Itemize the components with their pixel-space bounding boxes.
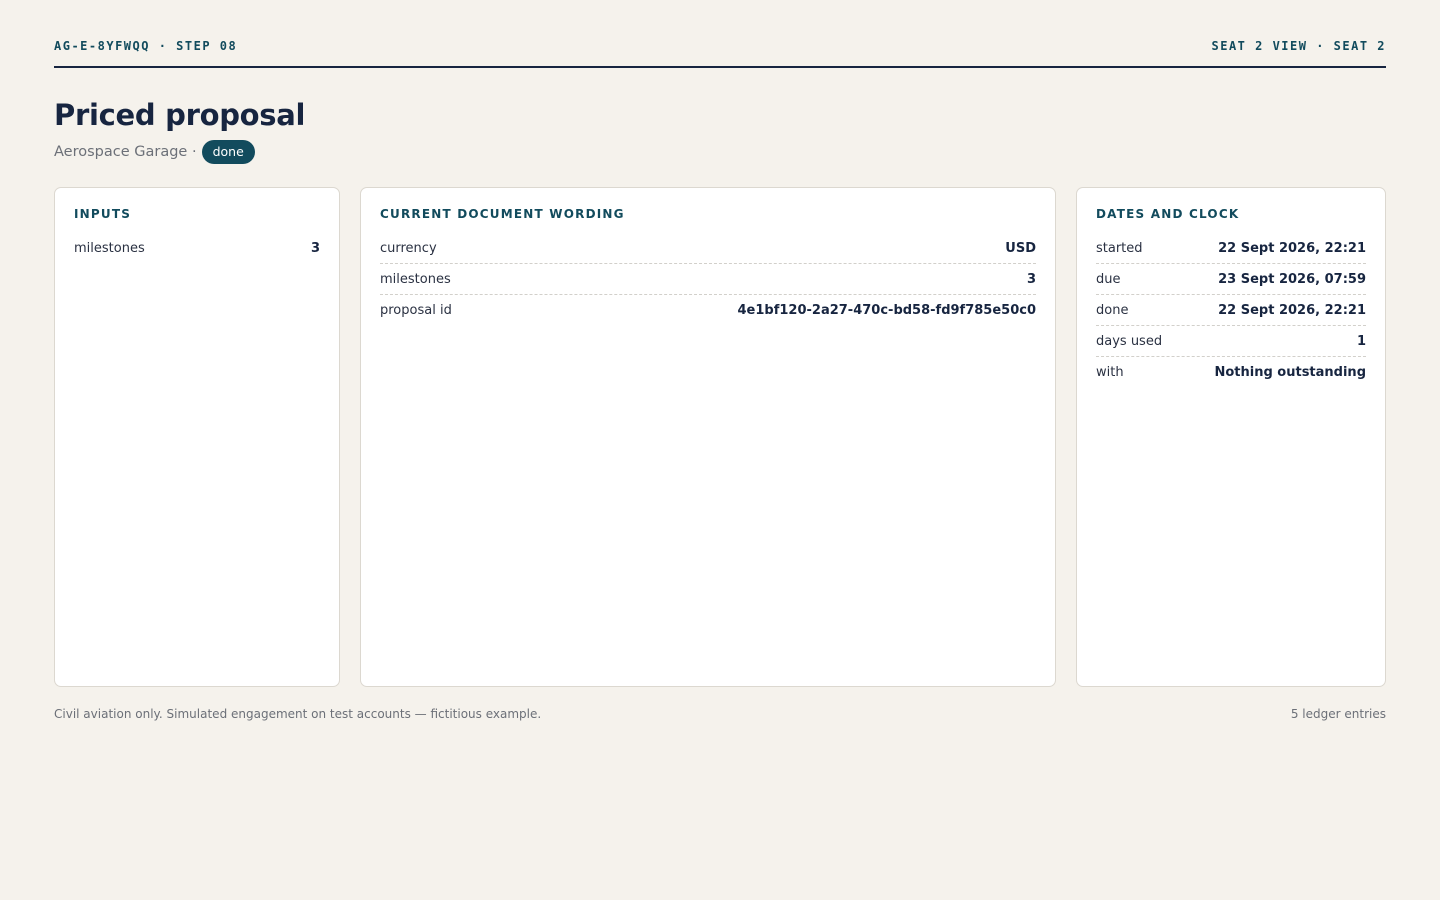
row-key: started	[1096, 240, 1143, 256]
cards-area: INPUTS milestones 3 CURRENT DOCUMENT WOR…	[54, 187, 1386, 687]
row-value: 22 Sept 2026, 22:21	[1218, 302, 1366, 318]
document-wording-card: CURRENT DOCUMENT WORDING currency USD mi…	[360, 187, 1056, 687]
ledger-count: 5 ledger entries	[1290, 707, 1386, 721]
row-key: days used	[1096, 333, 1163, 349]
inputs-row: milestones 3	[74, 233, 320, 264]
row-key: with	[1096, 365, 1124, 380]
status-badge: done	[201, 140, 255, 164]
wording-row: currency USD	[380, 233, 1036, 264]
document-wording-card-title: CURRENT DOCUMENT WORDING	[380, 207, 625, 221]
footer: Civil aviation only. Simulated engagemen…	[54, 707, 1386, 721]
page-title: Priced proposal	[54, 98, 306, 132]
row-key: milestones	[380, 271, 451, 287]
page: AG-E-8YFWQQ · STEP 08 SEAT 2 VIEW · SEAT…	[0, 0, 1440, 900]
dates-row: done 22 Sept 2026, 22:21	[1096, 295, 1366, 326]
wording-row: proposal id 4e1bf120-2a27-470c-bd58-fd9f…	[380, 295, 1036, 326]
dates-clock-card: DATES AND CLOCK started 22 Sept 2026, 22…	[1076, 187, 1386, 687]
row-value: 23 Sept 2026, 07:59	[1218, 271, 1366, 287]
row-key: done	[1096, 302, 1129, 318]
row-value: 3	[310, 241, 320, 256]
row-value: Nothing outstanding	[1214, 365, 1366, 380]
subtitle: Aerospace Garage · done	[54, 139, 1386, 165]
row-value: 3	[1026, 271, 1036, 287]
dates-row: with Nothing outstanding	[1096, 357, 1366, 388]
row-value: 22 Sept 2026, 22:21	[1218, 240, 1366, 256]
inputs-card-title: INPUTS	[74, 207, 132, 221]
row-key: proposal id	[380, 303, 452, 318]
seat-view-label: SEAT 2 VIEW · SEAT 2	[1211, 39, 1386, 53]
top-bar: AG-E-8YFWQQ · STEP 08 SEAT 2 VIEW · SEAT…	[54, 0, 1386, 68]
dates-row: due 23 Sept 2026, 07:59	[1096, 264, 1366, 295]
dates-row: started 22 Sept 2026, 22:21	[1096, 233, 1366, 264]
inputs-card: INPUTS milestones 3	[54, 187, 340, 687]
organization-name: Aerospace Garage ·	[54, 144, 197, 160]
row-value: 1	[1356, 333, 1366, 349]
wording-row: milestones 3	[380, 264, 1036, 295]
case-step-label: AG-E-8YFWQQ · STEP 08	[54, 39, 238, 53]
dates-row: days used 1	[1096, 326, 1366, 357]
disclaimer-note: Civil aviation only. Simulated engagemen…	[54, 707, 542, 721]
row-value: USD	[1005, 240, 1036, 256]
row-key: milestones	[74, 241, 145, 256]
dates-clock-card-title: DATES AND CLOCK	[1096, 207, 1240, 221]
row-key: currency	[380, 240, 437, 256]
row-key: due	[1096, 271, 1121, 287]
row-value: 4e1bf120-2a27-470c-bd58-fd9f785e50c0	[737, 303, 1037, 318]
